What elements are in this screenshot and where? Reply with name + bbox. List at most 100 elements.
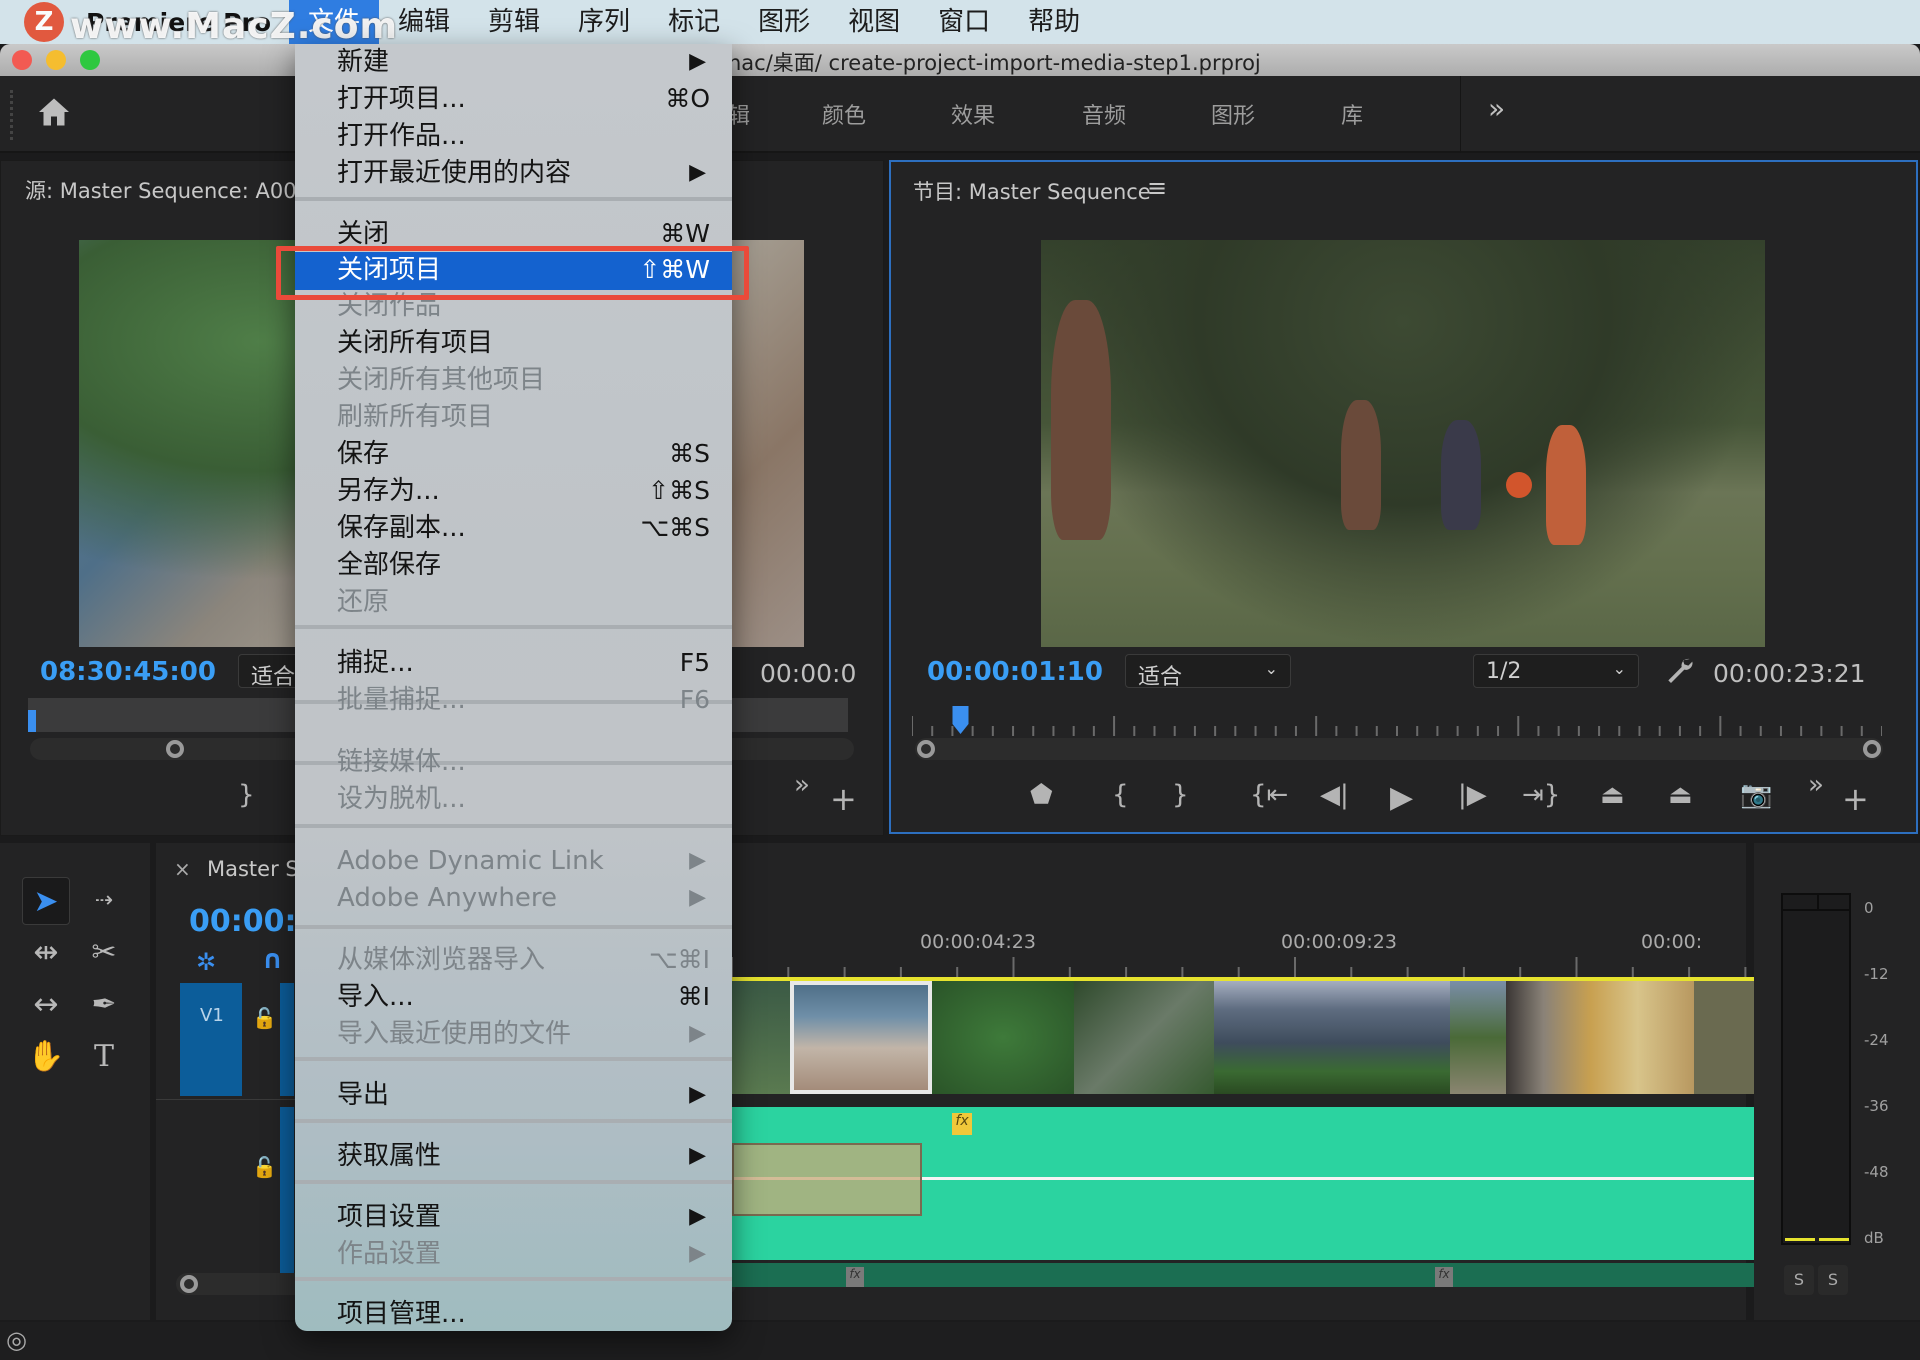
program-scroll-start-handle[interactable] [917, 740, 935, 758]
extract-icon[interactable]: ⏏ [1668, 780, 1693, 810]
menu-item[interactable]: 关闭所有项目 [295, 325, 732, 361]
fx-badge[interactable]: fx [1435, 1267, 1453, 1287]
menu-graphics[interactable]: 图形 [739, 0, 829, 44]
menu-item[interactable]: 全部保存 [295, 547, 732, 583]
go-to-in-icon[interactable]: {⇤ [1250, 780, 1288, 810]
lock-icon[interactable]: 🔓 [252, 1155, 277, 1179]
go-to-out-icon[interactable]: ⇥} [1522, 780, 1560, 810]
video-clip[interactable] [932, 981, 1074, 1094]
menu-item[interactable]: 打开作品... [295, 118, 732, 154]
source-more-buttons-icon[interactable]: » [794, 770, 810, 800]
mark-out-icon[interactable]: } [1172, 780, 1189, 810]
step-back-icon[interactable]: ◀| [1320, 780, 1349, 810]
creative-cloud-icon[interactable]: ◎ [6, 1326, 27, 1354]
menu-window[interactable]: 窗口 [919, 0, 1009, 44]
nest-toggle-icon[interactable]: ✲ [196, 948, 216, 976]
track-select-tool-icon[interactable]: ⇢ [80, 877, 128, 925]
video-clip[interactable] [790, 981, 932, 1094]
snap-magnet-icon[interactable]: ∩ [262, 945, 283, 975]
close-window-button[interactable] [12, 50, 32, 70]
type-tool-icon[interactable]: T [80, 1033, 128, 1081]
menu-item[interactable]: 项目设置 ▶ [295, 1199, 732, 1235]
timeline-scroll-handle[interactable] [180, 1275, 198, 1293]
add-marker-icon[interactable]: ⬟ [1030, 780, 1053, 810]
lock-icon[interactable]: 🔓 [252, 1006, 277, 1030]
workspace-tab-libraries[interactable]: 库 [1341, 98, 1363, 130]
program-add-button-icon[interactable]: + [1842, 780, 1869, 818]
zoom-window-button[interactable] [80, 50, 100, 70]
source-scroll-handle[interactable] [166, 740, 184, 758]
track-v1-toggle[interactable] [280, 983, 294, 1096]
menu-item[interactable]: 导入... ⌘I [295, 979, 732, 1015]
video-clip[interactable] [1214, 981, 1450, 1094]
program-monitor-title[interactable]: 节目: Master Sequence [913, 176, 1151, 206]
play-icon[interactable]: ▶ [1390, 780, 1413, 815]
drag-handle[interactable] [10, 90, 13, 140]
pen-tool-icon[interactable]: ✒ [80, 981, 128, 1029]
menu-item[interactable]: 保存 ⌘S [295, 436, 732, 472]
razor-tool-icon[interactable]: ✂ [80, 929, 128, 977]
source-playhead[interactable] [28, 710, 36, 732]
minimize-window-button[interactable] [46, 50, 66, 70]
menu-item[interactable]: 导出 ▶ [295, 1077, 732, 1113]
menu-item-shortcut: F5 [679, 648, 710, 677]
workspace-tab-graphics[interactable]: 图形 [1211, 98, 1255, 130]
program-time-ruler[interactable] [912, 706, 1882, 736]
menu-help[interactable]: 帮助 [1009, 0, 1099, 44]
workspace-tab-audio[interactable]: 音频 [1082, 98, 1126, 130]
program-fit-dropdown[interactable]: 适合 ⌄ [1125, 654, 1291, 690]
menu-sequence[interactable]: 序列 [559, 0, 649, 44]
menu-item[interactable]: 打开项目... ⌘O [295, 81, 732, 117]
menu-item[interactable]: 另存为... ⇧⌘S [295, 473, 732, 509]
ripple-edit-tool-icon[interactable]: ⇹ [22, 929, 70, 977]
selection-tool-icon[interactable]: ➤ [22, 877, 70, 925]
step-forward-icon[interactable]: |▶ [1458, 780, 1487, 810]
lift-icon[interactable]: ⏏ [1600, 780, 1625, 810]
program-more-buttons-icon[interactable]: » [1808, 770, 1824, 800]
mark-in-icon[interactable]: { [1112, 780, 1129, 810]
menu-item[interactable]: 保存副本... ⌥⌘S [295, 510, 732, 546]
workspace-tab-color[interactable]: 颜色 [822, 98, 866, 130]
more-workspaces-icon[interactable]: » [1488, 92, 1505, 125]
panel-menu-icon[interactable]: ≡ [1147, 174, 1167, 202]
workspace-tab-effects[interactable]: 效果 [951, 98, 995, 130]
program-scroll-end-handle[interactable] [1863, 740, 1881, 758]
callout-highlight-box [276, 246, 749, 300]
fx-badge[interactable]: fx [952, 1113, 972, 1135]
menu-item[interactable]: 新建 ▶ [295, 44, 732, 80]
menu-item[interactable]: 获取属性 ▶ [295, 1138, 732, 1174]
peak-indicators[interactable] [1783, 895, 1849, 911]
program-zoom-scrollbar[interactable] [915, 738, 1883, 760]
program-timecode[interactable]: 00:00:01:10 [927, 657, 1103, 687]
mark-out-icon[interactable]: } [238, 780, 255, 810]
slip-tool-icon[interactable]: ↔ [22, 981, 70, 1029]
track-v1-target[interactable]: V1 [180, 983, 242, 1096]
fx-badge[interactable]: fx [846, 1267, 864, 1287]
track-a1-toggle[interactable] [280, 1107, 294, 1275]
close-sequence-icon[interactable]: × [174, 857, 191, 881]
wrench-icon[interactable] [1663, 654, 1695, 688]
hand-tool-icon[interactable]: ✋ [22, 1033, 70, 1081]
menu-clip[interactable]: 剪辑 [469, 0, 559, 44]
video-clip[interactable] [1074, 981, 1214, 1094]
menu-markers[interactable]: 标记 [649, 0, 739, 44]
source-add-button-icon[interactable]: + [830, 780, 857, 818]
menu-view[interactable]: 视图 [829, 0, 919, 44]
timeline-ruler[interactable] [732, 953, 1858, 977]
export-frame-camera-icon[interactable]: 📷 [1740, 780, 1772, 810]
solo-right-button[interactable]: S [1818, 1265, 1848, 1295]
menu-item[interactable]: 打开最近使用的内容 ▶ [295, 155, 732, 191]
video-clip[interactable] [1450, 981, 1506, 1094]
source-monitor-title[interactable]: 源: Master Sequence: A002_ [25, 175, 320, 205]
solo-left-button[interactable]: S [1784, 1265, 1814, 1295]
source-timecode[interactable]: 08:30:45:00 [40, 657, 216, 687]
audio-transition[interactable] [732, 1143, 922, 1216]
meter-scale-label: -48 [1864, 1163, 1889, 1181]
resolution-dropdown[interactable]: 1/2 ⌄ [1473, 654, 1639, 688]
menu-item[interactable]: 项目管理... [295, 1296, 732, 1332]
video-clip[interactable] [732, 981, 790, 1094]
program-playhead[interactable] [952, 706, 969, 734]
video-clip[interactable] [1506, 981, 1694, 1094]
menu-item[interactable]: 捕捉... F5 [295, 645, 732, 681]
home-icon[interactable] [36, 94, 72, 130]
